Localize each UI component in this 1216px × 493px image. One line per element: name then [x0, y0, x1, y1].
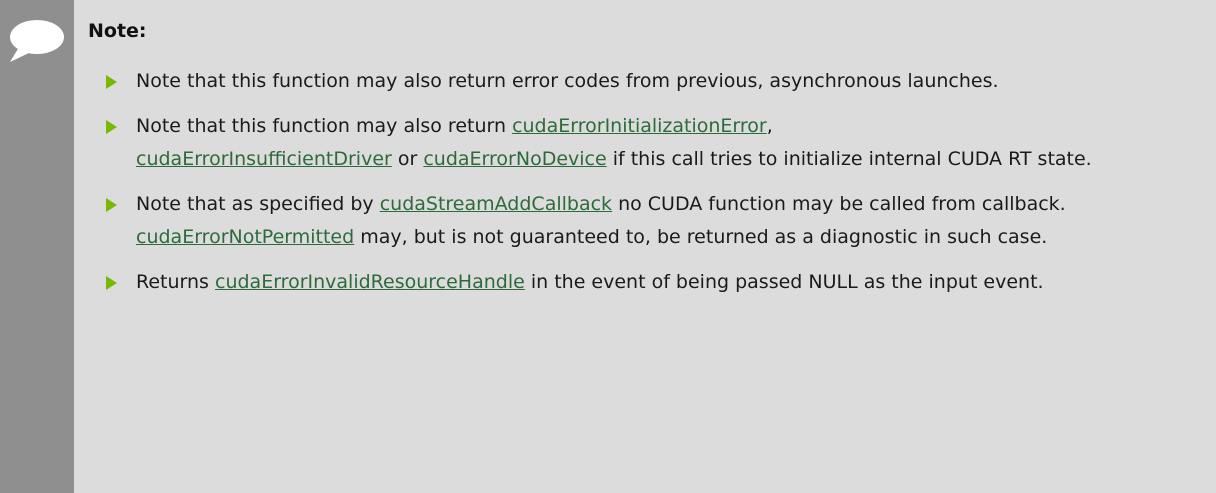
note-sidebar: [0, 0, 74, 493]
item-text: Note that as specified by: [136, 193, 380, 215]
speech-bubble-icon: [10, 20, 64, 62]
item-text: ,: [766, 115, 773, 137]
item-text: Note that this function may also return …: [136, 70, 999, 92]
link-cuda-error-initialization-error[interactable]: cudaErrorInitializationError: [512, 115, 767, 137]
item-text: in the event of being passed NULL as the…: [524, 271, 1044, 293]
item-text: or: [391, 148, 424, 170]
item-text: Returns: [136, 271, 215, 293]
bullet-arrow-icon: [106, 120, 117, 134]
item-text: may, but is not guaranteed to, be return…: [354, 226, 1048, 248]
bullet-arrow-icon: [106, 276, 117, 290]
note-box: Note: Note that this function may also r…: [0, 0, 1216, 493]
bullet-arrow-icon: [106, 198, 117, 212]
item-text: Note that this function may also return: [136, 115, 513, 137]
link-cuda-error-not-permitted[interactable]: cudaErrorNotPermitted: [136, 226, 354, 248]
link-cuda-error-no-device[interactable]: cudaErrorNoDevice: [423, 148, 606, 170]
item-text: if this call tries to initialize interna…: [606, 148, 1092, 170]
item-text: no CUDA function may be called from call…: [612, 193, 1066, 215]
list-item: Note that this function may also return …: [106, 110, 1206, 176]
link-cuda-error-insufficient-driver[interactable]: cudaErrorInsufficientDriver: [136, 148, 392, 170]
list-item: Returns cudaErrorInvalidResourceHandle i…: [106, 266, 1206, 299]
list-item: Note that this function may also return …: [106, 65, 1206, 98]
link-cuda-stream-add-callback[interactable]: cudaStreamAddCallback: [380, 193, 612, 215]
list-item: Note that as specified by cudaStreamAddC…: [106, 188, 1206, 254]
link-cuda-error-invalid-resource-handle[interactable]: cudaErrorInvalidResourceHandle: [215, 271, 525, 293]
bullet-arrow-icon: [106, 75, 117, 89]
note-list: Note that this function may also return …: [106, 65, 1206, 311]
note-title: Note:: [88, 20, 147, 42]
